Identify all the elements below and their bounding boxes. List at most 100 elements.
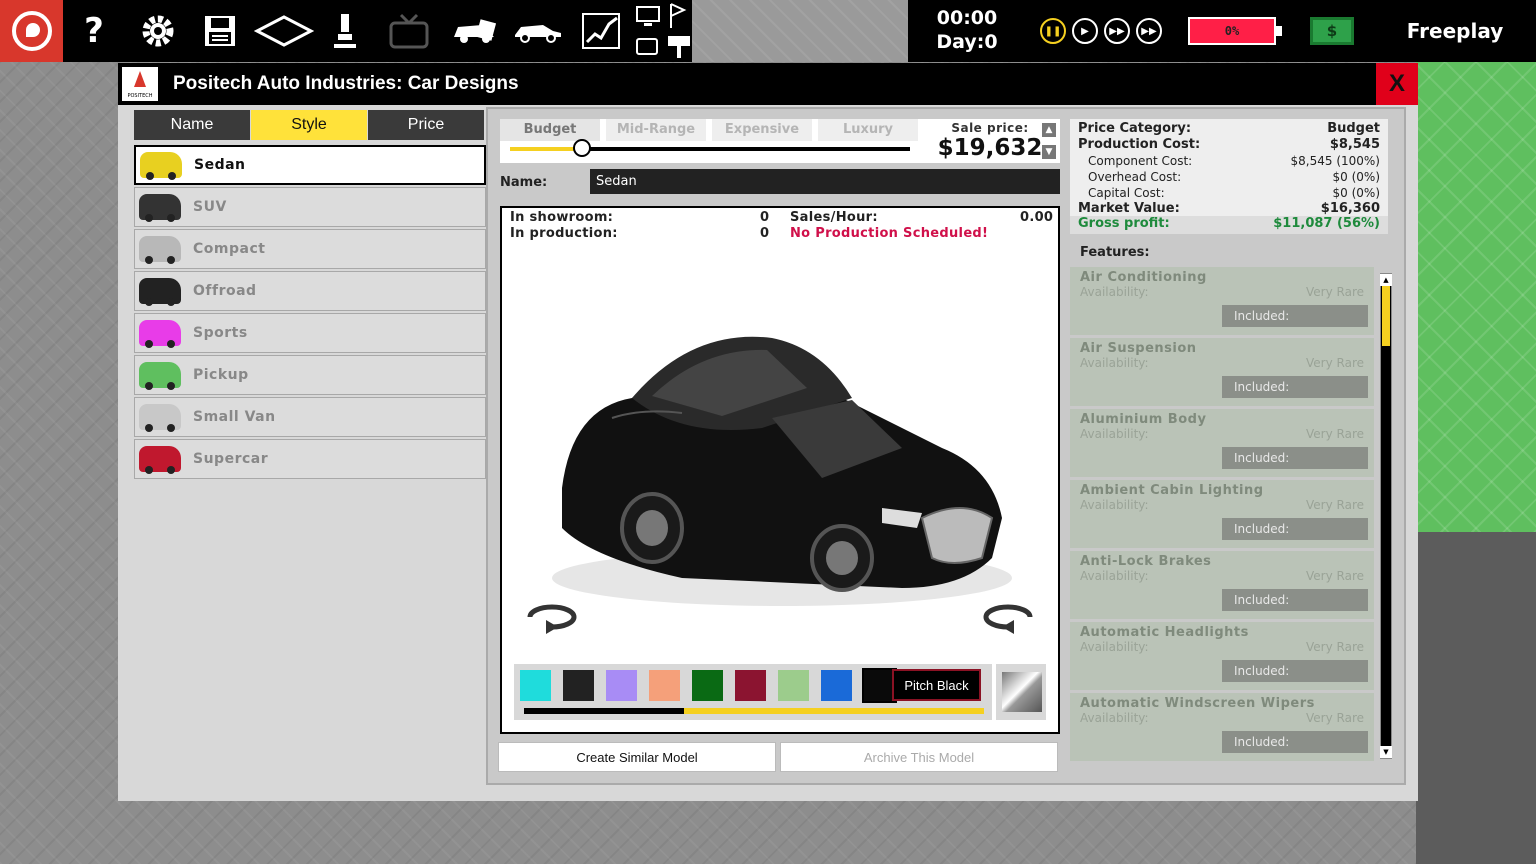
production-value: 0: [760, 226, 770, 241]
feature-item[interactable]: Automatic Headlights Availability: Very Ra…: [1070, 622, 1374, 690]
logo-icon[interactable]: [0, 0, 63, 62]
color-scroll-track[interactable]: [524, 708, 984, 714]
feature-item[interactable]: Air Suspension Availability: Very Rare Incl…: [1070, 338, 1374, 406]
availability-label: Availability:: [1080, 356, 1149, 370]
feature-included[interactable]: Included:: [1222, 376, 1368, 398]
monitor-icon[interactable]: [636, 6, 660, 32]
close-button[interactable]: X: [1376, 63, 1418, 105]
feature-included[interactable]: Included:: [1222, 305, 1368, 327]
grass-terrain: [1416, 62, 1536, 532]
feature-included[interactable]: Included:: [1222, 589, 1368, 611]
model-item-pickup[interactable]: Pickup: [134, 355, 486, 395]
showroom-value: 0: [760, 210, 770, 225]
scroll-up-icon[interactable]: ▲: [1380, 274, 1392, 286]
sort-tab-price[interactable]: Price: [368, 110, 484, 140]
component-cost-value: $8,545 (100%): [1290, 154, 1380, 168]
color-swatch[interactable]: [821, 670, 852, 701]
name-label: Name:: [500, 175, 548, 190]
model-item-suv[interactable]: SUV: [134, 187, 486, 227]
pause-button[interactable]: ❚❚: [1040, 18, 1066, 44]
device-icon[interactable]: [636, 38, 660, 60]
model-item-offroad[interactable]: Offroad: [134, 271, 486, 311]
play-button[interactable]: ▶: [1072, 18, 1098, 44]
availability-value: Very Rare: [1306, 427, 1364, 441]
chart-icon[interactable]: [572, 0, 630, 62]
model-list-panel: Name Style Price Sedan SUV Compact Offroad S…: [130, 107, 490, 787]
feature-item[interactable]: Anti-Lock Brakes Availability: Very Rare In…: [1070, 551, 1374, 619]
map-icon[interactable]: [252, 0, 316, 62]
feature-availability: Availability: Very Rare: [1080, 711, 1364, 725]
tier-expensive[interactable]: Expensive: [712, 119, 812, 141]
tv-icon[interactable]: [380, 0, 438, 62]
fastest-button[interactable]: ▶▶: [1136, 18, 1162, 44]
color-swatch[interactable]: [606, 670, 637, 701]
feature-item[interactable]: Aluminium Body Availability: Very Rare Incl…: [1070, 409, 1374, 477]
flag-icon[interactable]: [668, 2, 688, 34]
component-cost-label: Component Cost:: [1088, 154, 1193, 168]
create-similar-button[interactable]: Create Similar Model: [498, 742, 776, 772]
price-tier-slider[interactable]: Budget Mid-Range Expensive Luxury: [500, 119, 920, 163]
feature-included[interactable]: Included:: [1222, 518, 1368, 540]
availability-value: Very Rare: [1306, 285, 1364, 299]
feature-name: Automatic Headlights: [1080, 625, 1249, 640]
car-icon[interactable]: [508, 0, 568, 62]
car-thumbnail-icon: [139, 446, 181, 474]
feature-availability: Availability: Very Rare: [1080, 427, 1364, 441]
scroll-down-icon[interactable]: ▼: [1380, 746, 1392, 758]
model-name: Offroad: [193, 283, 257, 299]
ground-terrain: [1416, 532, 1536, 864]
price-down-icon[interactable]: ▼: [1042, 145, 1056, 159]
tier-mid-range[interactable]: Mid-Range: [606, 119, 706, 141]
model-item-sports[interactable]: Sports: [134, 313, 486, 353]
paint-texture-button[interactable]: [996, 664, 1046, 720]
color-swatch[interactable]: [862, 668, 897, 703]
help-icon[interactable]: ?: [66, 0, 122, 62]
feature-item[interactable]: Automatic Windscreen Wipers Availability:…: [1070, 693, 1374, 761]
car-preview: In showroom: 0 In production: 0 Sales/Ho…: [500, 206, 1060, 734]
sort-tab-name[interactable]: Name: [134, 110, 250, 140]
rotate-left-icon[interactable]: [520, 600, 584, 634]
window-title-bar: POSITECH Positech Auto Industries: Car D…: [118, 63, 1418, 105]
research-icon[interactable]: [318, 0, 372, 62]
color-swatch[interactable]: [520, 670, 551, 701]
settings-icon[interactable]: [128, 0, 188, 62]
color-swatch[interactable]: [778, 670, 809, 701]
model-name-input[interactable]: [590, 169, 1060, 194]
price-slider-knob[interactable]: [573, 139, 591, 157]
color-swatch[interactable]: [649, 670, 680, 701]
money-icon[interactable]: $: [1310, 17, 1354, 45]
model-item-sedan[interactable]: Sedan: [134, 145, 486, 185]
availability-value: Very Rare: [1306, 711, 1364, 725]
game-clock: 00:00 Day:0: [908, 6, 1026, 54]
scroll-thumb[interactable]: [1382, 286, 1390, 346]
color-swatch[interactable]: [735, 670, 766, 701]
archive-model-button[interactable]: Archive This Model: [780, 742, 1058, 772]
feature-item[interactable]: Ambient Cabin Lighting Availability: Very …: [1070, 480, 1374, 548]
sort-tab-style[interactable]: Style: [251, 110, 367, 140]
color-swatch[interactable]: [563, 670, 594, 701]
design-panel: Budget Mid-Range Expensive Luxury Sale p…: [486, 107, 1406, 785]
features-scrollbar[interactable]: ▲ ▼: [1380, 273, 1392, 759]
price-slider-track[interactable]: [510, 139, 910, 157]
model-item-compact[interactable]: Compact: [134, 229, 486, 269]
feature-item[interactable]: Air Conditioning Availability: Very Rare In…: [1070, 267, 1374, 335]
tier-budget[interactable]: Budget: [500, 119, 600, 141]
rotate-right-icon[interactable]: [976, 600, 1040, 634]
car-sale-icon[interactable]: [444, 0, 506, 62]
sign-icon[interactable]: [666, 34, 692, 64]
price-up-icon[interactable]: ▲: [1042, 123, 1056, 137]
color-swatch[interactable]: [692, 670, 723, 701]
save-icon[interactable]: [190, 0, 250, 62]
feature-included[interactable]: Included:: [1222, 447, 1368, 469]
price-slider-fill: [510, 147, 582, 151]
fast-forward-button[interactable]: ▶▶: [1104, 18, 1130, 44]
tier-luxury[interactable]: Luxury: [818, 119, 918, 141]
feature-included[interactable]: Included:: [1222, 660, 1368, 682]
feature-name: Aluminium Body: [1080, 412, 1207, 427]
feature-included[interactable]: Included:: [1222, 731, 1368, 753]
model-item-supercar[interactable]: Supercar: [134, 439, 486, 479]
feature-availability: Availability: Very Rare: [1080, 356, 1364, 370]
availability-value: Very Rare: [1306, 498, 1364, 512]
market-value-label: Market Value:: [1078, 201, 1180, 216]
model-item-small-van[interactable]: Small Van: [134, 397, 486, 437]
